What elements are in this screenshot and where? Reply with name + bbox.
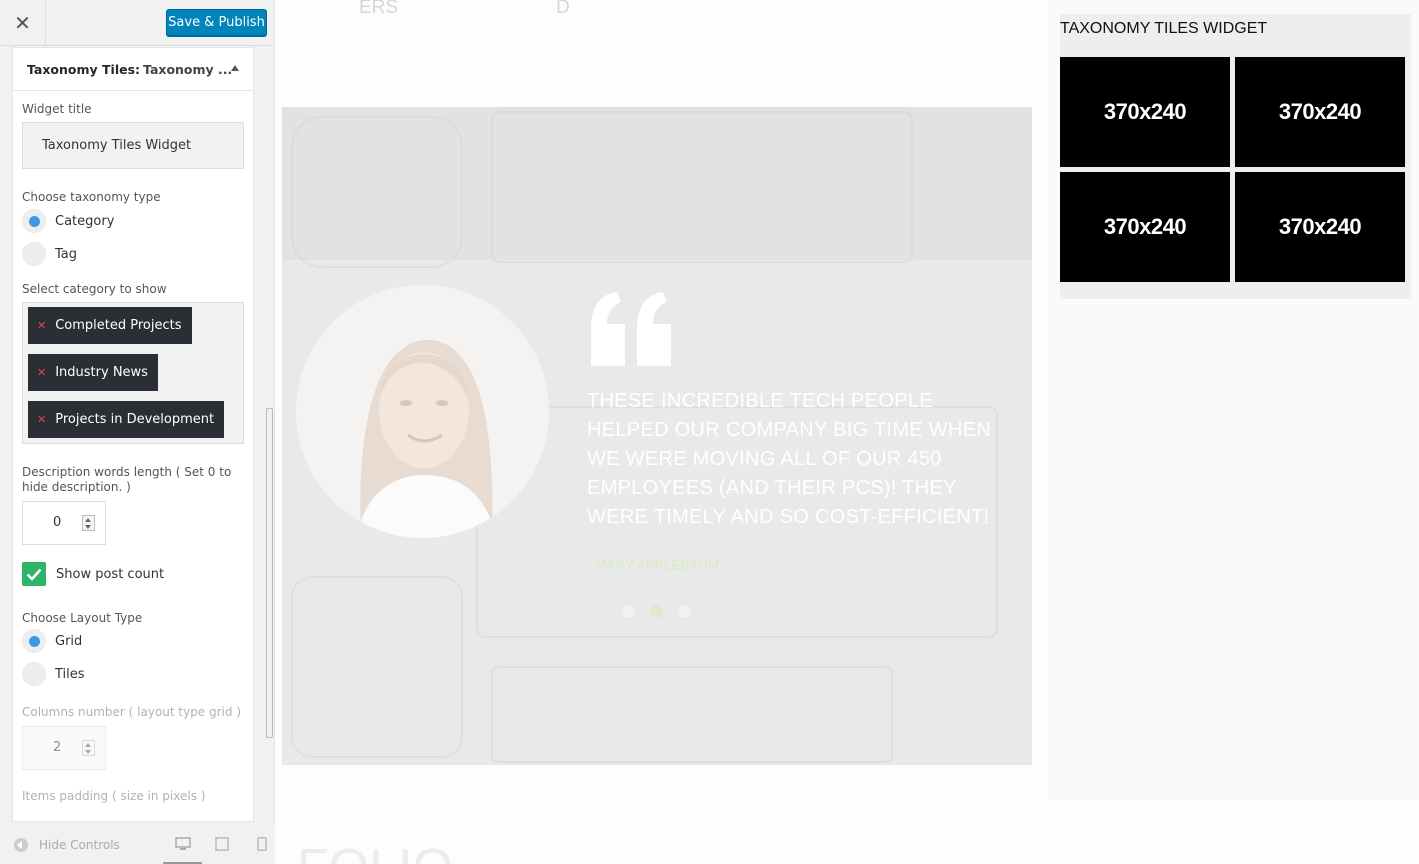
layout-option-label: Tiles [55, 666, 85, 682]
remove-icon[interactable]: ✕ [37, 319, 46, 332]
hide-controls-button[interactable]: Hide Controls [14, 838, 120, 852]
taxonomy-tiles-widget: TAXONOMY TILES WIDGET 370x240 370x240 37… [1060, 14, 1411, 299]
widget-panel: Taxonomy Tiles: Taxonomy ... Widget titl… [12, 47, 254, 822]
quote-icon [591, 292, 671, 366]
ghost-heading-left: ERS [359, 0, 399, 18]
ghost-heading-bottom: FOLIO [297, 838, 453, 864]
layout-option-label: Grid [55, 633, 83, 649]
widget-title-label: Widget title [22, 102, 92, 116]
carousel-dot[interactable] [678, 605, 691, 618]
customizer-footer: Hide Controls [0, 823, 275, 864]
customizer-header: ✕ Save & Publish [0, 0, 274, 46]
remove-icon[interactable]: ✕ [37, 413, 46, 426]
person-photo [296, 285, 549, 538]
widget-header-subtitle: Taxonomy ... [143, 61, 233, 77]
category-chip: ✕ Completed Projects [28, 307, 192, 344]
category-chip: ✕ Industry News [28, 354, 158, 391]
taxonomy-tile[interactable]: 370x240 [1060, 172, 1230, 282]
taxonomy-tile[interactable]: 370x240 [1060, 57, 1230, 167]
items-padding-label: Items padding ( size in pixels ) [22, 789, 206, 803]
testimonial-section: THESE INCREDIBLE TECH PEOPLE HELPED OUR … [282, 107, 1032, 765]
show-post-count[interactable]: Show post count [22, 562, 244, 586]
description-length-stepper[interactable]: 0 [22, 501, 106, 545]
site-preview: ERS D THESE INCREDIBLE TECH PEOPLE HELPE… [275, 0, 1419, 864]
testimonial-author: - MARY APPLEBAUM [587, 557, 720, 572]
widget-title-input[interactable]: Taxonomy Tiles Widget [22, 122, 244, 169]
spinner-arrows-icon[interactable] [82, 515, 95, 531]
widget-header-title: Taxonomy Tiles: [27, 61, 141, 77]
columns-number-stepper[interactable]: 2 [22, 726, 106, 770]
description-length-value: 0 [53, 515, 62, 530]
testimonial-avatar [296, 285, 549, 538]
taxonomy-tile[interactable]: 370x240 [1235, 57, 1405, 167]
category-chip-label: Industry News [55, 365, 148, 380]
category-chip-label: Completed Projects [55, 318, 182, 333]
taxonomy-option-tag[interactable]: Tag [22, 242, 244, 266]
save-publish-button[interactable]: Save & Publish [166, 9, 267, 36]
columns-number-label: Columns number ( layout type grid ) [22, 705, 242, 719]
tiles-widget-title: TAXONOMY TILES WIDGET [1060, 20, 1268, 37]
category-multiselect[interactable]: ✕ Completed Projects ✕ Industry News ✕ P… [22, 302, 244, 444]
widget-form: Widget title Taxonomy Tiles Widget Choos… [13, 102, 253, 804]
taxonomy-option-category[interactable]: Category [22, 209, 244, 233]
customizer-sidebar: ✕ Save & Publish Taxonomy Tiles: Taxonom… [0, 0, 275, 864]
radio-tag[interactable] [22, 242, 46, 266]
scrollbar-thumb[interactable] [266, 408, 273, 738]
checkbox-checked-icon[interactable] [22, 562, 46, 586]
collapse-arrow-icon [14, 838, 28, 852]
columns-number-value: 2 [53, 740, 62, 755]
layout-option-tiles[interactable]: Tiles [22, 662, 244, 686]
taxonomy-type-label: Choose taxonomy type [22, 190, 161, 204]
category-select-label: Select category to show [22, 282, 167, 296]
radio-grid[interactable] [22, 629, 46, 653]
taxonomy-tile[interactable]: 370x240 [1235, 172, 1405, 282]
layout-option-grid[interactable]: Grid [22, 629, 244, 653]
tablet-preview-icon[interactable] [214, 837, 230, 851]
layout-type-label: Choose Layout Type [22, 611, 143, 625]
hide-controls-label: Hide Controls [39, 838, 120, 852]
mobile-preview-icon[interactable] [254, 837, 270, 851]
sidebar-scrollbar[interactable] [265, 46, 274, 816]
description-length-label: Description words length ( Set 0 to hide… [22, 465, 232, 494]
widget-header[interactable]: Taxonomy Tiles: Taxonomy ... [13, 48, 253, 91]
radio-category[interactable] [22, 209, 46, 233]
show-post-count-label: Show post count [56, 566, 165, 582]
taxonomy-option-label: Tag [55, 246, 78, 262]
remove-icon[interactable]: ✕ [37, 366, 46, 379]
taxonomy-option-label: Category [55, 213, 115, 229]
carousel-dot-active[interactable] [650, 605, 663, 618]
category-chip-label: Projects in Development [55, 412, 215, 427]
testimonial-quote: THESE INCREDIBLE TECH PEOPLE HELPED OUR … [587, 390, 992, 528]
carousel-dots [622, 605, 691, 618]
desktop-preview-icon[interactable] [175, 837, 191, 851]
spinner-arrows-icon[interactable] [82, 740, 95, 756]
carousel-dot[interactable] [622, 605, 635, 618]
category-chip: ✕ Projects in Development [28, 401, 225, 438]
ghost-heading-right: D [556, 0, 570, 18]
radio-tiles[interactable] [22, 662, 46, 686]
close-icon[interactable]: ✕ [0, 0, 46, 46]
collapse-arrow-icon[interactable] [231, 65, 239, 71]
